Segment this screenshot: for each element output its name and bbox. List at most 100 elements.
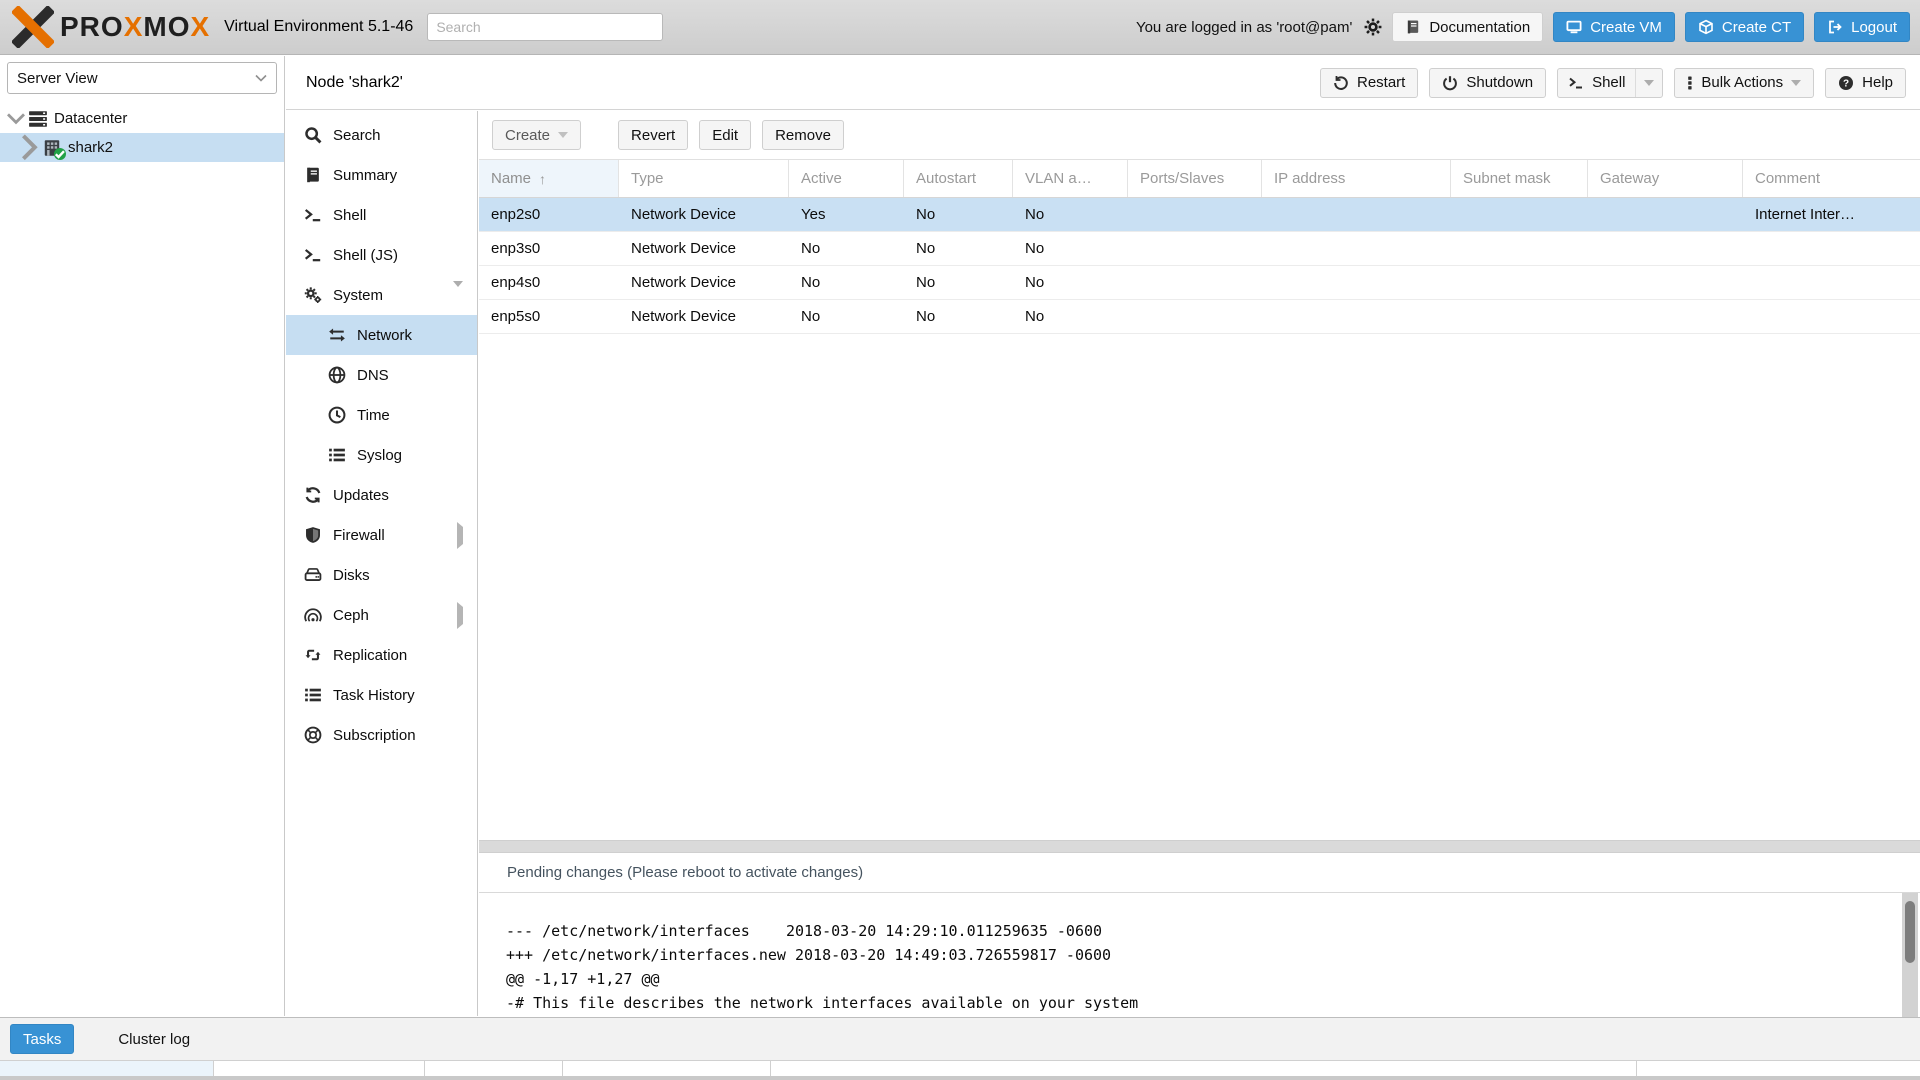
panel-splitter[interactable]: [479, 840, 1920, 853]
help-button[interactable]: ? Help: [1825, 68, 1906, 98]
cell-type: Network Device: [619, 232, 789, 265]
create-vm-button[interactable]: Create VM: [1553, 12, 1675, 42]
bulk-actions-button[interactable]: Bulk Actions: [1674, 68, 1814, 98]
restart-label: Restart: [1357, 74, 1405, 91]
table-row-enp2s0[interactable]: enp2s0 Network Device Yes No No Internet…: [479, 198, 1920, 232]
ellipsis-v-icon: [1687, 75, 1693, 91]
tasks-column-stub[interactable]: [1637, 1061, 1920, 1076]
column-header-vlan[interactable]: VLAN a…: [1013, 160, 1128, 197]
shell-button[interactable]: Shell: [1558, 69, 1635, 97]
cell-subnet: [1451, 266, 1588, 299]
cell-comment: [1743, 300, 1920, 333]
table-row-enp3s0[interactable]: enp3s0 Network Device No No No: [479, 232, 1920, 266]
create-ct-button[interactable]: Create CT: [1685, 12, 1804, 42]
node-header: Node 'shark2' Restart Shutdown S: [286, 56, 1920, 110]
cell-subnet: [1451, 300, 1588, 333]
menu-label: Ceph: [333, 607, 369, 624]
remove-label: Remove: [775, 127, 831, 144]
expand-caret-icon[interactable]: [457, 607, 463, 624]
cell-vlan: No: [1013, 232, 1128, 265]
collapse-caret-icon[interactable]: [453, 287, 463, 304]
network-toolbar: Create Revert Edit Remove: [479, 111, 1920, 160]
cell-gateway: [1588, 266, 1743, 299]
view-selector[interactable]: Server View: [7, 62, 277, 94]
remove-button[interactable]: Remove: [762, 120, 844, 150]
tasks-column-stub[interactable]: [771, 1061, 1637, 1076]
shell-split-button: Shell: [1557, 68, 1663, 98]
column-label: Ports/Slaves: [1140, 170, 1224, 187]
tree-item-shark2[interactable]: shark2: [0, 133, 284, 162]
edit-button[interactable]: Edit: [699, 120, 751, 150]
expand-caret-icon[interactable]: [457, 527, 463, 544]
shell-dropdown-arrow[interactable]: [1635, 69, 1662, 97]
column-header-gateway[interactable]: Gateway: [1588, 160, 1743, 197]
shell-label: Shell: [1592, 74, 1625, 91]
cluster-log-tab[interactable]: Cluster log: [118, 1031, 190, 1048]
menu-label: Search: [333, 127, 381, 144]
tasks-column-stub[interactable]: [0, 1061, 214, 1076]
menu-item-disks[interactable]: Disks: [286, 555, 477, 595]
tree-item-datacenter[interactable]: Datacenter: [0, 104, 284, 133]
tasks-column-stub[interactable]: [425, 1061, 563, 1076]
menu-item-system[interactable]: System: [286, 275, 477, 315]
create-button[interactable]: Create: [492, 120, 581, 150]
tasks-tab-button[interactable]: Tasks: [10, 1024, 74, 1054]
view-selector-value: Server View: [17, 70, 98, 87]
column-label: Subnet mask: [1463, 170, 1551, 187]
menu-item-summary[interactable]: Summary: [286, 155, 477, 195]
restart-button[interactable]: Restart: [1320, 68, 1418, 98]
column-header-comment[interactable]: Comment: [1743, 160, 1920, 197]
table-row-enp4s0[interactable]: enp4s0 Network Device No No No: [479, 266, 1920, 300]
tasks-column-stub[interactable]: [563, 1061, 771, 1076]
column-header-type[interactable]: Type: [619, 160, 789, 197]
tree-expander-icon[interactable]: [6, 112, 26, 126]
logout-button[interactable]: Logout: [1814, 12, 1910, 42]
column-header-autostart[interactable]: Autostart: [904, 160, 1013, 197]
table-row-enp5s0[interactable]: enp5s0 Network Device No No No: [479, 300, 1920, 334]
column-label: VLAN a…: [1025, 170, 1092, 187]
menu-item-shell-js[interactable]: Shell (JS): [286, 235, 477, 275]
cell-type: Network Device: [619, 300, 789, 333]
menu-item-replication[interactable]: Replication: [286, 635, 477, 675]
shutdown-button[interactable]: Shutdown: [1429, 68, 1546, 98]
cell-name: enp3s0: [479, 232, 619, 265]
column-header-ip-address[interactable]: IP address: [1262, 160, 1451, 197]
revert-button[interactable]: Revert: [618, 120, 688, 150]
user-settings-gear-icon[interactable]: [1364, 18, 1382, 36]
menu-item-dns[interactable]: DNS: [286, 355, 477, 395]
tree-collapse-icon[interactable]: [20, 133, 40, 162]
menu-label: Shell (JS): [333, 247, 398, 264]
cell-ports: [1128, 266, 1262, 299]
top-header: PROXMOX Virtual Environment 5.1-46 You a…: [0, 0, 1920, 55]
column-header-subnet-mask[interactable]: Subnet mask: [1451, 160, 1588, 197]
tasks-column-stub[interactable]: [214, 1061, 425, 1076]
book-icon: [1405, 19, 1421, 35]
column-label: Autostart: [916, 170, 976, 187]
menu-item-search[interactable]: Search: [286, 115, 477, 155]
menu-item-firewall[interactable]: Firewall: [286, 515, 477, 555]
exchange-arrows-icon: [328, 326, 346, 344]
cell-name: enp2s0: [479, 198, 619, 231]
column-header-ports-slaves[interactable]: Ports/Slaves: [1128, 160, 1262, 197]
column-label: Active: [801, 170, 842, 187]
svg-text:?: ?: [1843, 78, 1849, 89]
global-search-input[interactable]: [427, 13, 663, 41]
menu-item-updates[interactable]: Updates: [286, 475, 477, 515]
cell-autostart: No: [904, 300, 1013, 333]
documentation-button[interactable]: Documentation: [1392, 12, 1543, 42]
column-header-active[interactable]: Active: [789, 160, 904, 197]
scrollbar-thumb[interactable]: [1905, 901, 1915, 963]
cell-autostart: No: [904, 266, 1013, 299]
column-header-name[interactable]: Name ↑: [479, 160, 619, 197]
menu-item-subscription[interactable]: Subscription: [286, 715, 477, 755]
environment-title: Virtual Environment 5.1-46: [224, 18, 413, 36]
menu-item-task-history[interactable]: Task History: [286, 675, 477, 715]
menu-item-syslog[interactable]: Syslog: [286, 435, 477, 475]
bulk-actions-caret-icon: [1791, 80, 1801, 86]
menu-label: Time: [357, 407, 390, 424]
menu-item-shell[interactable]: Shell: [286, 195, 477, 235]
menu-item-time[interactable]: Time: [286, 395, 477, 435]
menu-item-network[interactable]: Network: [286, 315, 477, 355]
menu-item-ceph[interactable]: Ceph: [286, 595, 477, 635]
terminal-icon: [304, 246, 322, 264]
